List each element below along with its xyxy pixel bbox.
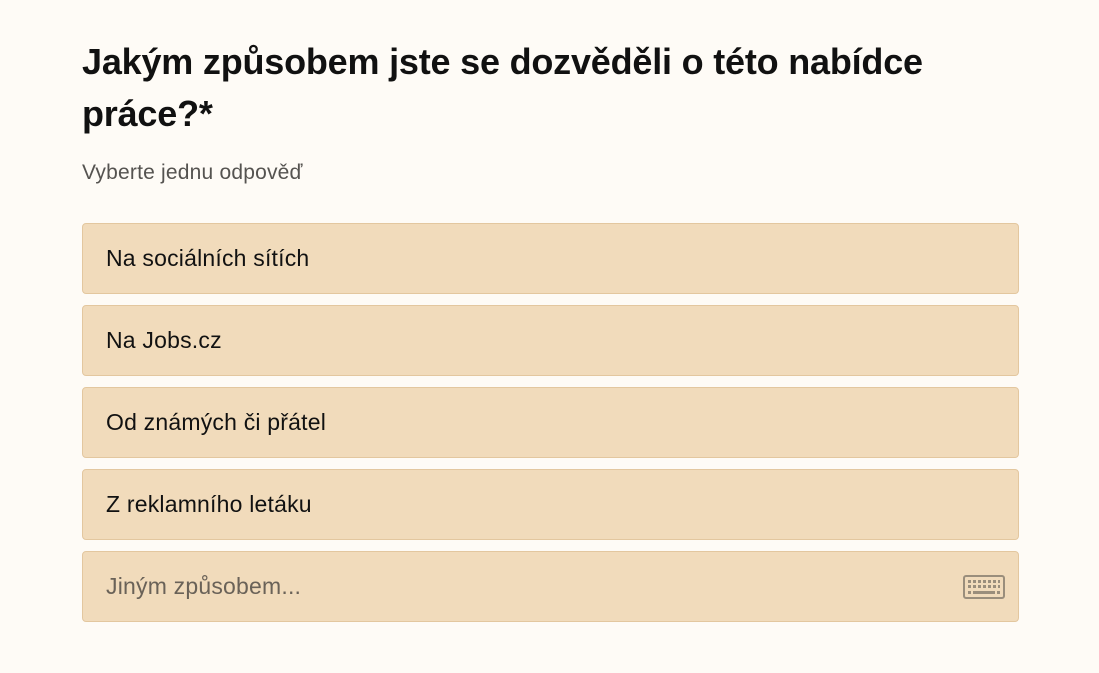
option-friends[interactable]: Od známých či přátel (82, 387, 1019, 458)
option-label: Z reklamního letáku (106, 491, 312, 517)
option-social-networks[interactable]: Na sociálních sítích (82, 223, 1019, 294)
other-answer-field[interactable] (82, 551, 1019, 622)
other-answer-input[interactable] (106, 573, 963, 600)
question-title: Jakým způsobem jste se dozvěděli o této … (82, 41, 923, 134)
answer-options: Na sociálních sítích Na Jobs.cz Od známý… (82, 223, 1019, 622)
question-block: Jakým způsobem jste se dozvěděli o této … (82, 36, 1019, 622)
question-hint: Vyberte jednu odpověď (82, 161, 303, 184)
option-flyer[interactable]: Z reklamního letáku (82, 469, 1019, 540)
option-jobs-cz[interactable]: Na Jobs.cz (82, 305, 1019, 376)
keyboard-icon (963, 574, 1005, 599)
option-label: Od známých či přátel (106, 409, 327, 435)
option-label: Na sociálních sítích (106, 245, 310, 271)
option-label: Na Jobs.cz (106, 327, 222, 353)
